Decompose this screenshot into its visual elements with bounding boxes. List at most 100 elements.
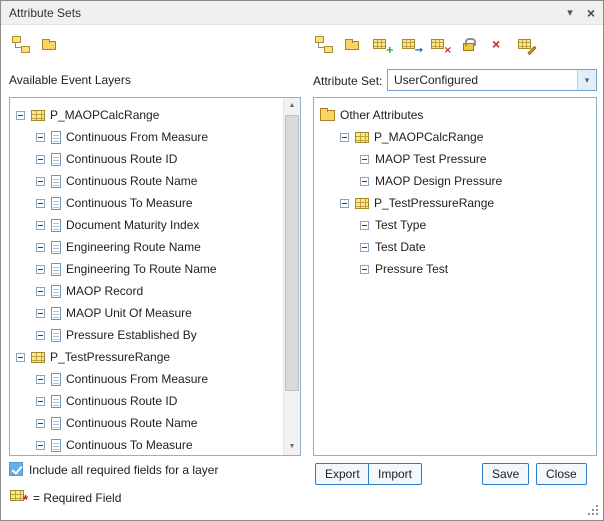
validate-attribute-set-icon: [518, 36, 536, 53]
item-box-icon[interactable]: [36, 441, 45, 450]
available-layers-label: Available Event Layers: [9, 73, 131, 87]
item-box-icon[interactable]: [36, 155, 45, 164]
window-title: Attribute Sets: [9, 6, 81, 20]
tree-item[interactable]: MAOP Test Pressure: [314, 148, 596, 170]
item-box-icon[interactable]: [36, 265, 45, 274]
doc-icon: [51, 373, 61, 386]
tree-item-label: Continuous To Measure: [66, 438, 193, 452]
resize-grip[interactable]: [588, 505, 599, 516]
close-button[interactable]: Close: [536, 463, 587, 485]
tree-item[interactable]: MAOP Record: [10, 280, 283, 302]
item-box-icon[interactable]: [36, 287, 45, 296]
window-close-icon[interactable]: ×: [587, 5, 595, 21]
collapse-toggle-icon[interactable]: [340, 199, 349, 208]
delete-attribute-set-button[interactable]: ×: [486, 32, 510, 56]
tree-item[interactable]: Continuous Route Name: [10, 412, 283, 434]
toolbar-right: +→××: [312, 32, 544, 56]
dropdown-arrow-icon[interactable]: ▾: [577, 70, 596, 90]
scroll-up-icon[interactable]: ▲: [284, 98, 300, 114]
tree-item[interactable]: Other Attributes: [314, 104, 596, 126]
item-box-icon[interactable]: [360, 155, 369, 164]
tree-item[interactable]: Continuous To Measure: [10, 434, 283, 455]
add-attribute-icon: +: [373, 36, 391, 53]
attribute-sets-dialog: Attribute Sets ▾ × +→×× Available Event …: [0, 0, 604, 521]
doc-icon: [51, 197, 61, 210]
tree-item[interactable]: P_TestPressureRange: [10, 346, 283, 368]
tree-item-label: MAOP Unit Of Measure: [66, 306, 192, 320]
tree-item[interactable]: MAOP Unit Of Measure: [10, 302, 283, 324]
tree-item-label: Pressure Established By: [66, 328, 197, 342]
tree-item-label: Continuous Route ID: [66, 394, 177, 408]
tree-item[interactable]: Continuous Route ID: [10, 148, 283, 170]
required-field-legend: = Required Field: [33, 491, 121, 505]
doc-icon: [51, 285, 61, 298]
add-event-folder-button[interactable]: [38, 32, 62, 56]
scrollbar-thumb[interactable]: [285, 115, 299, 391]
open-attribute-set-button[interactable]: [341, 32, 365, 56]
collapse-toggle-icon[interactable]: [340, 133, 349, 142]
tree-item[interactable]: Continuous From Measure: [10, 126, 283, 148]
export-button[interactable]: Export: [315, 463, 370, 485]
add-attribute-button[interactable]: +: [370, 32, 394, 56]
tree-item[interactable]: Test Type: [314, 214, 596, 236]
tree-item[interactable]: Pressure Test: [314, 258, 596, 280]
item-box-icon[interactable]: [36, 133, 45, 142]
item-box-icon[interactable]: [36, 419, 45, 428]
tree-item-label: Continuous Route Name: [66, 174, 197, 188]
item-box-icon[interactable]: [36, 309, 45, 318]
item-box-icon[interactable]: [36, 243, 45, 252]
window-menu-icon[interactable]: ▾: [567, 6, 573, 19]
tree-item[interactable]: Continuous Route ID: [10, 390, 283, 412]
add-all-attributes-button[interactable]: →: [399, 32, 423, 56]
new-attribute-set-button[interactable]: [312, 32, 336, 56]
tree-item-label: MAOP Design Pressure: [375, 174, 502, 188]
lock-attribute-set-button[interactable]: [457, 32, 481, 56]
tree-item-label: P_MAOPCalcRange: [50, 108, 159, 122]
new-attribute-set-icon: [315, 36, 333, 53]
tree-item-label: MAOP Record: [66, 284, 143, 298]
delete-attribute-set-icon: ×: [489, 36, 507, 53]
tree-item-label: Engineering Route Name: [66, 240, 201, 254]
remove-attribute-button[interactable]: ×: [428, 32, 452, 56]
doc-icon: [51, 153, 61, 166]
add-event-layer-button[interactable]: [9, 32, 33, 56]
collapse-toggle-icon[interactable]: [16, 353, 25, 362]
vertical-scrollbar[interactable]: ▲ ▼: [283, 98, 300, 455]
item-box-icon[interactable]: [36, 375, 45, 384]
tree-item[interactable]: P_MAOPCalcRange: [10, 104, 283, 126]
import-button[interactable]: Import: [368, 463, 422, 485]
tree-item[interactable]: Engineering To Route Name: [10, 258, 283, 280]
tree-item[interactable]: Engineering Route Name: [10, 236, 283, 258]
include-required-checkbox[interactable]: [9, 462, 23, 476]
item-box-icon[interactable]: [36, 331, 45, 340]
item-box-icon[interactable]: [360, 265, 369, 274]
tree-item[interactable]: Document Maturity Index: [10, 214, 283, 236]
item-box-icon[interactable]: [36, 397, 45, 406]
tree-item-label: Continuous To Measure: [66, 196, 193, 210]
tree-item-label: Engineering To Route Name: [66, 262, 217, 276]
tree-item[interactable]: MAOP Design Pressure: [314, 170, 596, 192]
tree-item[interactable]: Test Date: [314, 236, 596, 258]
tree-item[interactable]: Pressure Established By: [10, 324, 283, 346]
add-event-folder-icon: [41, 36, 59, 53]
tree-item[interactable]: P_TestPressureRange: [314, 192, 596, 214]
attribute-set-dropdown[interactable]: UserConfigured ▾: [387, 69, 597, 91]
validate-attribute-set-button[interactable]: [515, 32, 539, 56]
item-box-icon[interactable]: [360, 243, 369, 252]
tree-item[interactable]: Continuous From Measure: [10, 368, 283, 390]
collapse-toggle-icon[interactable]: [16, 111, 25, 120]
item-box-icon[interactable]: [360, 177, 369, 186]
item-box-icon[interactable]: [36, 177, 45, 186]
tree-item-label: Test Date: [375, 240, 426, 254]
tree-item[interactable]: Continuous To Measure: [10, 192, 283, 214]
tree-item[interactable]: Continuous Route Name: [10, 170, 283, 192]
doc-icon: [51, 329, 61, 342]
tree-item[interactable]: P_MAOPCalcRange: [314, 126, 596, 148]
item-box-icon[interactable]: [36, 199, 45, 208]
title-bar[interactable]: Attribute Sets ▾ ×: [1, 1, 603, 25]
scroll-down-icon[interactable]: ▼: [284, 439, 300, 455]
item-box-icon[interactable]: [360, 221, 369, 230]
tree-item-label: P_TestPressureRange: [374, 196, 494, 210]
save-button[interactable]: Save: [482, 463, 529, 485]
item-box-icon[interactable]: [36, 221, 45, 230]
